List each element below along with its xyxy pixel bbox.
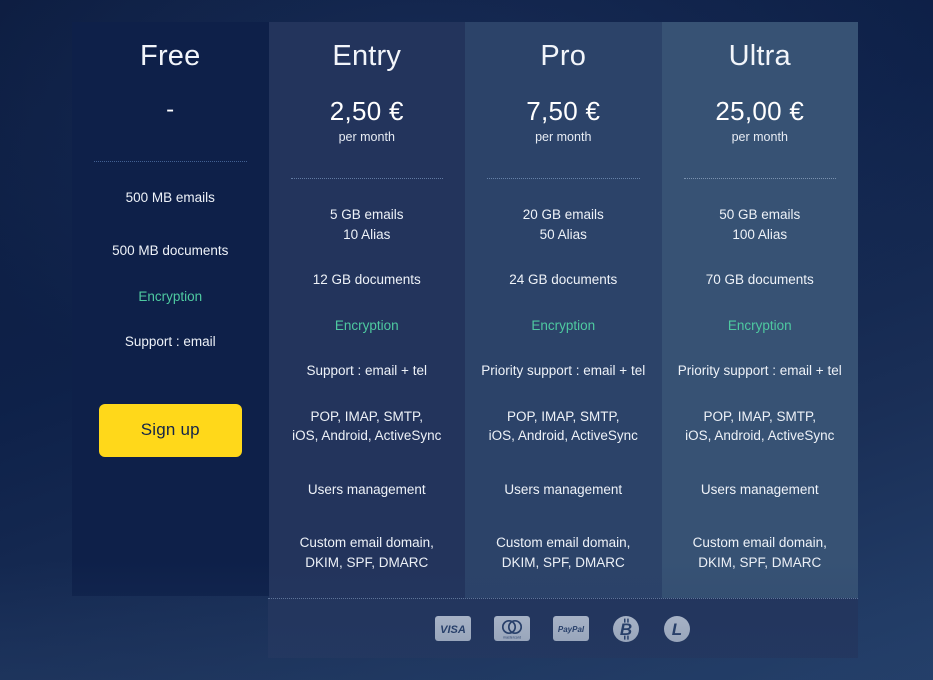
plan-name: Free: [140, 40, 201, 72]
feature-item-encryption: Encryption: [531, 317, 596, 333]
plan-price: 2,50 €: [329, 96, 404, 127]
mastercard-icon: mastercard: [494, 616, 530, 641]
feature-item: Priority support : email + tel: [481, 363, 646, 379]
svg-text:mastercard: mastercard: [503, 635, 521, 639]
pricing-page: Free - 500 MB emails 500 MB documents En…: [0, 0, 933, 680]
feature-item: Custom email domain, DKIM, SPF, DMARC: [299, 535, 434, 570]
signup-button-wrap: Sign up: [72, 403, 269, 457]
plan-divider: [290, 177, 443, 179]
plan-price: -: [166, 96, 175, 124]
payment-methods-bar: VISA mastercard PayPal B L: [268, 598, 858, 658]
feature-list: 50 GB emails 100 Alias 70 GB documents E…: [662, 205, 859, 599]
feature-item: Custom email domain, DKIM, SPF, DMARC: [692, 535, 827, 570]
plan-name: Pro: [540, 40, 587, 72]
pricing-table: Free - 500 MB emails 500 MB documents En…: [72, 22, 858, 599]
plan-price: 7,50 €: [526, 96, 601, 127]
svg-text:B: B: [620, 620, 632, 639]
plan-name: Entry: [332, 40, 402, 72]
plan-header: Entry 2,50 € per month: [269, 40, 466, 145]
visa-icon: VISA: [435, 616, 471, 641]
plan-period: per month: [338, 129, 395, 144]
paypal-icon: PayPal: [553, 616, 589, 641]
feature-item: 5 GB emails 10 Alias: [329, 206, 404, 242]
feature-item: Users management: [504, 481, 623, 497]
feature-item: Users management: [307, 481, 426, 497]
feature-list: 5 GB emails 10 Alias 12 GB documents Enc…: [269, 205, 466, 599]
plan-period: per month: [731, 129, 788, 144]
feature-item: 20 GB emails 50 Alias: [522, 206, 604, 242]
feature-item-encryption: Encryption: [727, 317, 792, 333]
feature-list: 500 MB emails 500 MB documents Encryptio…: [72, 188, 269, 378]
feature-item: 50 GB emails 100 Alias: [719, 206, 801, 242]
svg-text:L: L: [672, 620, 682, 639]
feature-item: POP, IMAP, SMTP, iOS, Android, ActiveSyn…: [685, 408, 835, 444]
feature-list: 20 GB emails 50 Alias 24 GB documents En…: [465, 205, 662, 599]
feature-item: 24 GB documents: [509, 272, 618, 288]
feature-item: POP, IMAP, SMTP, iOS, Android, ActiveSyn…: [488, 408, 638, 444]
litecoin-icon: L: [664, 615, 690, 642]
feature-item: 70 GB documents: [705, 272, 814, 288]
bitcoin-icon: B: [613, 615, 639, 642]
pricing-column-free[interactable]: Free - 500 MB emails 500 MB documents En…: [72, 22, 269, 596]
plan-price: 25,00 €: [715, 96, 805, 127]
svg-text:PayPal: PayPal: [558, 625, 585, 634]
feature-item: Priority support : email + tel: [677, 363, 842, 379]
feature-item-encryption: Encryption: [138, 288, 203, 304]
feature-item: 12 GB documents: [312, 272, 421, 288]
plan-header: Free -: [72, 40, 269, 128]
plan-divider: [94, 160, 247, 162]
pricing-column-ultra[interactable]: Ultra 25,00 € per month 50 GB emails 100…: [661, 22, 859, 599]
plan-divider: [487, 177, 640, 179]
plan-divider: [683, 177, 836, 179]
plan-header: Ultra 25,00 € per month: [662, 40, 859, 145]
feature-item: POP, IMAP, SMTP, iOS, Android, ActiveSyn…: [292, 408, 442, 444]
svg-text:VISA: VISA: [440, 624, 466, 636]
plan-header: Pro 7,50 € per month: [465, 40, 662, 145]
feature-item: 500 MB documents: [112, 243, 229, 259]
feature-item: 500 MB emails: [125, 189, 215, 205]
plan-period: per month: [535, 129, 592, 144]
plan-name: Ultra: [728, 40, 791, 72]
feature-item: Support : email + tel: [306, 363, 427, 379]
feature-item: Support : email: [124, 334, 216, 350]
feature-item: Users management: [700, 481, 819, 497]
pricing-column-entry[interactable]: Entry 2,50 € per month 5 GB emails 10 Al…: [268, 22, 466, 599]
feature-item: Custom email domain, DKIM, SPF, DMARC: [496, 535, 631, 570]
feature-item-encryption: Encryption: [334, 317, 399, 333]
pricing-column-pro[interactable]: Pro 7,50 € per month 20 GB emails 50 Ali…: [465, 22, 662, 599]
sign-up-button[interactable]: Sign up: [98, 403, 242, 457]
